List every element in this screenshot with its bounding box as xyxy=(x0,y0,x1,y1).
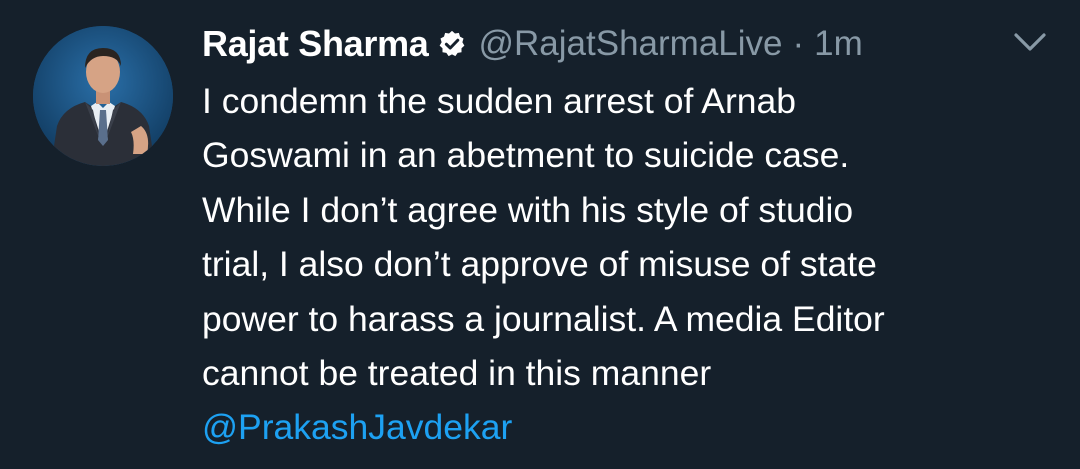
mention-link[interactable]: @PrakashJavdekar xyxy=(202,400,1062,454)
tweet-text-line: power to harass a journalist. A media Ed… xyxy=(202,298,885,339)
tweet-text-line: Goswami in an abetment to suicide case. xyxy=(202,135,850,176)
chevron-down-icon[interactable] xyxy=(1012,30,1048,54)
timestamp[interactable]: 1m xyxy=(814,24,863,64)
tweet-text-line: cannot be treated in this manner xyxy=(202,353,712,394)
author-name[interactable]: Rajat Sharma xyxy=(202,23,429,65)
avatar-image xyxy=(33,26,173,166)
tweet-text-line: While I don’t agree with his style of st… xyxy=(202,189,854,230)
tweet-text-line: trial, I also don’t approve of misuse of… xyxy=(202,244,877,285)
tweet-text-line: I condemn the sudden arrest of Arnab xyxy=(202,81,797,121)
tweet-text: I condemn the sudden arrest of Arnab Gos… xyxy=(202,74,1062,455)
author-handle[interactable]: @RajatSharmaLive xyxy=(479,24,783,64)
avatar[interactable] xyxy=(33,26,173,166)
verified-badge-icon xyxy=(437,29,467,59)
tweet-header: Rajat Sharma @RajatSharmaLive · 1m xyxy=(202,20,863,68)
tweet-card[interactable]: Rajat Sharma @RajatSharmaLive · 1m I con… xyxy=(0,0,1080,469)
meta-separator: · xyxy=(792,24,805,63)
